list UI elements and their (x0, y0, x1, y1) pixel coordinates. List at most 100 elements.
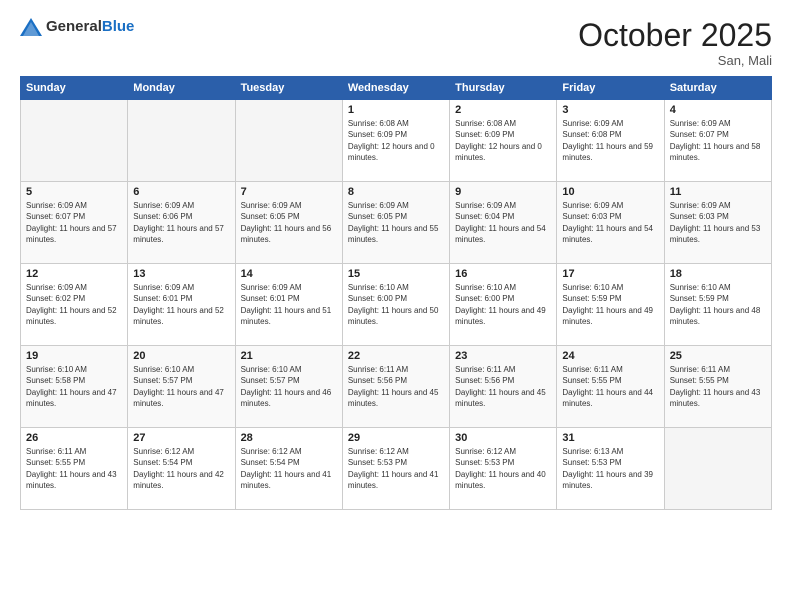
calendar-cell: 26Sunrise: 6:11 AM Sunset: 5:55 PM Dayli… (21, 428, 128, 510)
day-number: 6 (133, 186, 229, 198)
calendar-cell: 22 Sunrise: 6:11 AM Sunset: 5:56 PM Dayli… (342, 346, 449, 428)
calendar-cell: 12 Sunrise: 6:09 AM Sunset: 6:02 PM Dayli… (21, 264, 128, 346)
day-info: Sunrise: 6:11 AM Sunset: 5:56 PM Dayligh… (455, 364, 551, 409)
day-number: 14 (241, 268, 337, 280)
weekday-header-saturday: Saturday (664, 77, 771, 100)
calendar-cell: 23 Sunrise: 6:11 AM Sunset: 5:56 PM Dayli… (450, 346, 557, 428)
day-info: Sunrise: 6:10 AM Sunset: 5:58 PM Dayligh… (26, 364, 122, 409)
calendar-cell: 19 Sunrise: 6:10 AM Sunset: 5:58 PM Dayli… (21, 346, 128, 428)
day-info: Sunrise: 6:12 AM Sunset: 5:54 PM Dayligh… (241, 446, 337, 491)
day-number: 15 (348, 268, 444, 280)
day-info: Sunrise: 6:08 AM Sunset: 6:09 PM Dayligh… (455, 118, 551, 163)
day-number: 27 (133, 432, 229, 444)
day-number: 7 (241, 186, 337, 198)
calendar-cell: 10 Sunrise: 6:09 AM Sunset: 6:03 PM Dayli… (557, 182, 664, 264)
day-number: 23 (455, 350, 551, 362)
day-info: Sunrise: 6:09 AM Sunset: 6:06 PM Dayligh… (133, 200, 229, 245)
day-info: Sunrise: 6:09 AM Sunset: 6:03 PM Dayligh… (562, 200, 658, 245)
logo: GeneralBlue (20, 18, 134, 36)
calendar-cell: 20Sunrise: 6:10 AM Sunset: 5:57 PM Dayli… (128, 346, 235, 428)
weekday-header-monday: Monday (128, 77, 235, 100)
calendar-cell: 6 Sunrise: 6:09 AM Sunset: 6:06 PM Daylig… (128, 182, 235, 264)
day-number: 1 (348, 104, 444, 116)
weekday-header-wednesday: Wednesday (342, 77, 449, 100)
calendar-cell: 14 Sunrise: 6:09 AM Sunset: 6:01 PM Dayli… (235, 264, 342, 346)
day-number: 28 (241, 432, 337, 444)
weekday-header-thursday: Thursday (450, 77, 557, 100)
day-number: 2 (455, 104, 551, 116)
day-number: 22 (348, 350, 444, 362)
day-info: Sunrise: 6:10 AM Sunset: 6:00 PM Dayligh… (455, 282, 551, 327)
day-number: 13 (133, 268, 229, 280)
weekday-header-row: SundayMondayTuesdayWednesdayThursdayFrid… (21, 77, 772, 100)
calendar-cell: 24 Sunrise: 6:11 AM Sunset: 5:55 PM Dayli… (557, 346, 664, 428)
calendar-cell: 18 Sunrise: 6:10 AM Sunset: 5:59 PM Dayli… (664, 264, 771, 346)
day-number: 10 (562, 186, 658, 198)
day-number: 9 (455, 186, 551, 198)
header: GeneralBlue October 2025 San, Mali (20, 18, 772, 68)
day-number: 21 (241, 350, 337, 362)
logo-blue: Blue (102, 18, 135, 35)
day-number: 11 (670, 186, 766, 198)
calendar-cell: 25 Sunrise: 6:11 AM Sunset: 5:55 PM Dayli… (664, 346, 771, 428)
day-info: Sunrise: 6:09 AM Sunset: 6:02 PM Dayligh… (26, 282, 122, 327)
day-info: Sunrise: 6:10 AM Sunset: 5:59 PM Dayligh… (562, 282, 658, 327)
logo-general: General (46, 18, 102, 35)
day-info: Sunrise: 6:09 AM Sunset: 6:03 PM Dayligh… (670, 200, 766, 245)
day-number: 3 (562, 104, 658, 116)
day-info: Sunrise: 6:08 AM Sunset: 6:09 PM Dayligh… (348, 118, 444, 163)
day-number: 18 (670, 268, 766, 280)
title-area: October 2025 San, Mali (578, 18, 772, 68)
calendar-cell: 4Sunrise: 6:09 AM Sunset: 6:07 PM Daylig… (664, 100, 771, 182)
calendar-cell (128, 100, 235, 182)
day-info: Sunrise: 6:09 AM Sunset: 6:01 PM Dayligh… (133, 282, 229, 327)
day-info: Sunrise: 6:09 AM Sunset: 6:08 PM Dayligh… (562, 118, 658, 163)
day-info: Sunrise: 6:10 AM Sunset: 5:57 PM Dayligh… (133, 364, 229, 409)
calendar-cell: 9 Sunrise: 6:09 AM Sunset: 6:04 PM Daylig… (450, 182, 557, 264)
day-number: 19 (26, 350, 122, 362)
location: San, Mali (578, 53, 772, 68)
day-number: 30 (455, 432, 551, 444)
day-info: Sunrise: 6:12 AM Sunset: 5:54 PM Dayligh… (133, 446, 229, 491)
calendar-cell: 15 Sunrise: 6:10 AM Sunset: 6:00 PM Dayli… (342, 264, 449, 346)
calendar-cell: 11 Sunrise: 6:09 AM Sunset: 6:03 PM Dayli… (664, 182, 771, 264)
calendar-cell (235, 100, 342, 182)
day-number: 8 (348, 186, 444, 198)
day-info: Sunrise: 6:09 AM Sunset: 6:01 PM Dayligh… (241, 282, 337, 327)
day-info: Sunrise: 6:11 AM Sunset: 5:55 PM Dayligh… (670, 364, 766, 409)
calendar-week-5: 26Sunrise: 6:11 AM Sunset: 5:55 PM Dayli… (21, 428, 772, 510)
calendar-table: SundayMondayTuesdayWednesdayThursdayFrid… (20, 76, 772, 510)
day-info: Sunrise: 6:09 AM Sunset: 6:05 PM Dayligh… (241, 200, 337, 245)
day-info: Sunrise: 6:09 AM Sunset: 6:07 PM Dayligh… (26, 200, 122, 245)
calendar-cell: 27 Sunrise: 6:12 AM Sunset: 5:54 PM Dayli… (128, 428, 235, 510)
weekday-header-friday: Friday (557, 77, 664, 100)
day-info: Sunrise: 6:11 AM Sunset: 5:55 PM Dayligh… (562, 364, 658, 409)
day-info: Sunrise: 6:09 AM Sunset: 6:04 PM Dayligh… (455, 200, 551, 245)
day-info: Sunrise: 6:10 AM Sunset: 5:59 PM Dayligh… (670, 282, 766, 327)
day-number: 25 (670, 350, 766, 362)
calendar-cell: 1 Sunrise: 6:08 AM Sunset: 6:09 PM Daylig… (342, 100, 449, 182)
day-info: Sunrise: 6:10 AM Sunset: 6:00 PM Dayligh… (348, 282, 444, 327)
calendar-cell: 3 Sunrise: 6:09 AM Sunset: 6:08 PM Daylig… (557, 100, 664, 182)
day-info: Sunrise: 6:10 AM Sunset: 5:57 PM Dayligh… (241, 364, 337, 409)
calendar-cell: 8 Sunrise: 6:09 AM Sunset: 6:05 PM Daylig… (342, 182, 449, 264)
day-number: 17 (562, 268, 658, 280)
calendar-cell: 7 Sunrise: 6:09 AM Sunset: 6:05 PM Daylig… (235, 182, 342, 264)
calendar-cell: 30Sunrise: 6:12 AM Sunset: 5:53 PM Dayli… (450, 428, 557, 510)
day-number: 16 (455, 268, 551, 280)
calendar-cell: 5 Sunrise: 6:09 AM Sunset: 6:07 PM Daylig… (21, 182, 128, 264)
day-info: Sunrise: 6:11 AM Sunset: 5:56 PM Dayligh… (348, 364, 444, 409)
calendar-cell: 31Sunrise: 6:13 AM Sunset: 5:53 PM Dayli… (557, 428, 664, 510)
day-info: Sunrise: 6:09 AM Sunset: 6:05 PM Dayligh… (348, 200, 444, 245)
weekday-header-sunday: Sunday (21, 77, 128, 100)
month-title: October 2025 (578, 18, 772, 53)
calendar-cell: 29Sunrise: 6:12 AM Sunset: 5:53 PM Dayli… (342, 428, 449, 510)
calendar-week-4: 19 Sunrise: 6:10 AM Sunset: 5:58 PM Dayli… (21, 346, 772, 428)
calendar-cell: 17 Sunrise: 6:10 AM Sunset: 5:59 PM Dayli… (557, 264, 664, 346)
calendar-week-3: 12 Sunrise: 6:09 AM Sunset: 6:02 PM Dayli… (21, 264, 772, 346)
calendar-cell (664, 428, 771, 510)
calendar-cell: 16 Sunrise: 6:10 AM Sunset: 6:00 PM Dayli… (450, 264, 557, 346)
day-number: 5 (26, 186, 122, 198)
day-number: 24 (562, 350, 658, 362)
day-number: 12 (26, 268, 122, 280)
